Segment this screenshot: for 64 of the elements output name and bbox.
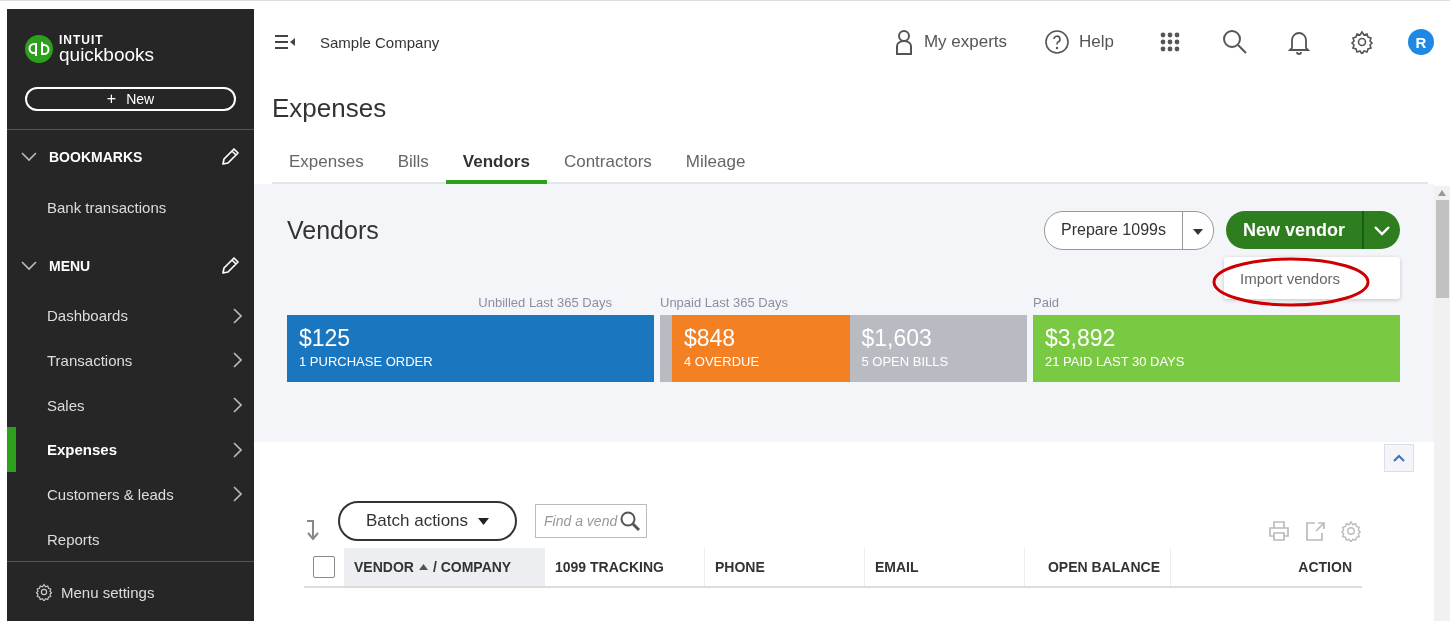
- caret-icon: [478, 517, 490, 525]
- sidebar-item[interactable]: Dashboards: [7, 293, 254, 339]
- select-all-checkbox[interactable]: [313, 556, 335, 578]
- sidebar-item[interactable]: Bank transactions: [7, 185, 254, 230]
- chevron-right-icon: [232, 486, 242, 503]
- pencil-icon[interactable]: [220, 255, 240, 276]
- tab[interactable]: Mileage: [668, 152, 763, 184]
- chevron-right-icon: [232, 307, 242, 324]
- sidebar-item[interactable]: Sales: [7, 382, 254, 428]
- column-header[interactable]: OPEN BALANCE: [1024, 548, 1170, 586]
- panel-title: Vendors: [287, 215, 380, 245]
- column-header[interactable]: PHONE: [704, 548, 864, 586]
- tab[interactable]: Expenses: [272, 152, 381, 184]
- chevron-down-icon: [1374, 225, 1390, 236]
- sort-arrow-icon[interactable]: [304, 519, 322, 541]
- search-field[interactable]: Find a vend: [535, 504, 648, 538]
- scroll-thumb[interactable]: [1435, 200, 1449, 298]
- bell-icon[interactable]: [1288, 29, 1310, 55]
- search-icon[interactable]: [1222, 29, 1248, 55]
- sort-up-icon: [418, 564, 428, 570]
- chevron-down-icon[interactable]: [21, 152, 37, 163]
- sidebar-item[interactable]: Expenses: [7, 427, 254, 473]
- scrollbar[interactable]: [1434, 186, 1450, 621]
- column-header[interactable]: VENDOR / COMPANY: [344, 548, 544, 586]
- collapse-button[interactable]: [1384, 444, 1414, 472]
- column-header[interactable]: 1099 TRACKING: [544, 548, 704, 586]
- experts-button[interactable]: My experts: [893, 29, 1008, 55]
- chevron-right-icon: [232, 441, 242, 458]
- bar-label: Unbilled Last 365 Days: [478, 295, 612, 310]
- person-icon: [893, 29, 914, 55]
- menu-settings[interactable]: Menu settings: [7, 561, 254, 621]
- menu-icon[interactable]: [274, 34, 296, 50]
- sidebar-item[interactable]: Reports: [7, 516, 254, 562]
- section-title[interactable]: MENU: [49, 257, 208, 274]
- chevron-right-icon: [232, 352, 242, 369]
- help-button[interactable]: Help: [1045, 30, 1114, 54]
- company-name: Sample Company: [320, 33, 441, 51]
- section-title[interactable]: BOOKMARKS: [49, 149, 208, 166]
- apps-grid-icon[interactable]: [1160, 32, 1180, 52]
- help-icon: [1045, 30, 1070, 54]
- batch-actions-button[interactable]: Batch actions: [338, 501, 518, 541]
- new-button[interactable]: + New: [25, 86, 236, 111]
- gear-icon: [35, 583, 53, 602]
- caret-icon: [1192, 229, 1203, 235]
- search-icon[interactable]: [619, 510, 642, 532]
- logo-icon: [25, 34, 53, 63]
- page-title: Expenses: [272, 93, 388, 124]
- chevron-down-icon[interactable]: [21, 260, 37, 271]
- chevron-up-icon: [1393, 454, 1405, 462]
- sidebar-item[interactable]: Transactions: [7, 338, 254, 383]
- money-bar-segment[interactable]: $125 1 PURCHASE ORDER: [287, 315, 654, 382]
- bar-label: Paid: [1033, 295, 1060, 310]
- product-name: quickbooks: [59, 44, 155, 64]
- user-avatar[interactable]: R: [1408, 29, 1434, 55]
- brand-name: INTUIT: [59, 33, 105, 46]
- pencil-icon[interactable]: [220, 147, 240, 168]
- bar-label: Unpaid Last 365 Days: [660, 295, 788, 310]
- tab[interactable]: Bills: [380, 152, 446, 184]
- settings-icon[interactable]: [1350, 30, 1374, 54]
- column-header[interactable]: EMAIL: [864, 548, 1024, 586]
- chevron-right-icon: [232, 397, 242, 414]
- sidebar-item[interactable]: Customers & leads: [7, 472, 254, 517]
- tab[interactable]: Contractors: [546, 152, 669, 184]
- column-header[interactable]: ACTION: [1170, 548, 1362, 586]
